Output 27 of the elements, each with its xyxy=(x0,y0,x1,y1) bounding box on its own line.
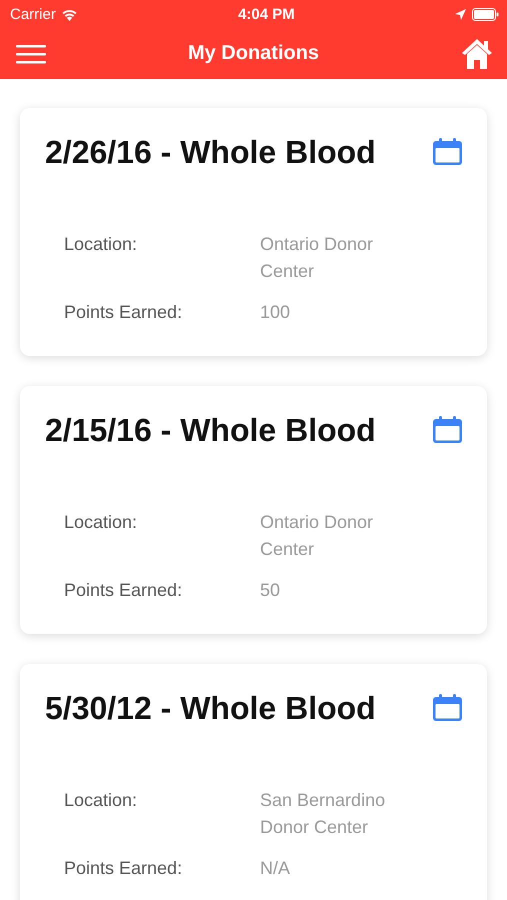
field-label: Location: xyxy=(64,233,138,256)
field-value: Ontario Donor Center xyxy=(260,511,374,561)
calendar-icon[interactable] xyxy=(432,138,463,166)
field-value: Ontario Donor Center xyxy=(260,233,374,283)
donation-title: 5/30/12 - Whole Blood xyxy=(45,690,376,727)
carrier-label: Carrier xyxy=(10,6,56,22)
field-value: San Bernardino Donor Center xyxy=(260,789,386,839)
field-label: Points Earned: xyxy=(64,579,184,602)
field-label: Location: xyxy=(64,789,138,812)
battery-icon xyxy=(472,8,499,20)
menu-icon xyxy=(16,44,46,64)
home-icon[interactable] xyxy=(461,38,493,70)
field-value: N/A xyxy=(260,857,292,880)
donation-title: 2/26/16 - Whole Blood xyxy=(45,134,376,171)
field-label: Location: xyxy=(64,511,138,534)
field-label: Points Earned: xyxy=(64,857,184,880)
wifi-icon xyxy=(60,8,78,20)
calendar-icon[interactable] xyxy=(432,694,463,722)
menu-button[interactable] xyxy=(16,44,46,64)
status-time: 4:04 PM xyxy=(238,6,295,22)
field-value: 50 xyxy=(260,579,282,602)
field-value: 100 xyxy=(260,301,292,324)
nav-title: My Donations xyxy=(188,42,320,65)
field-label: Points Earned: xyxy=(64,301,184,324)
donation-title: 2/15/16 - Whole Blood xyxy=(45,412,376,449)
calendar-icon[interactable] xyxy=(432,416,463,444)
location-arrow-icon xyxy=(454,8,466,20)
